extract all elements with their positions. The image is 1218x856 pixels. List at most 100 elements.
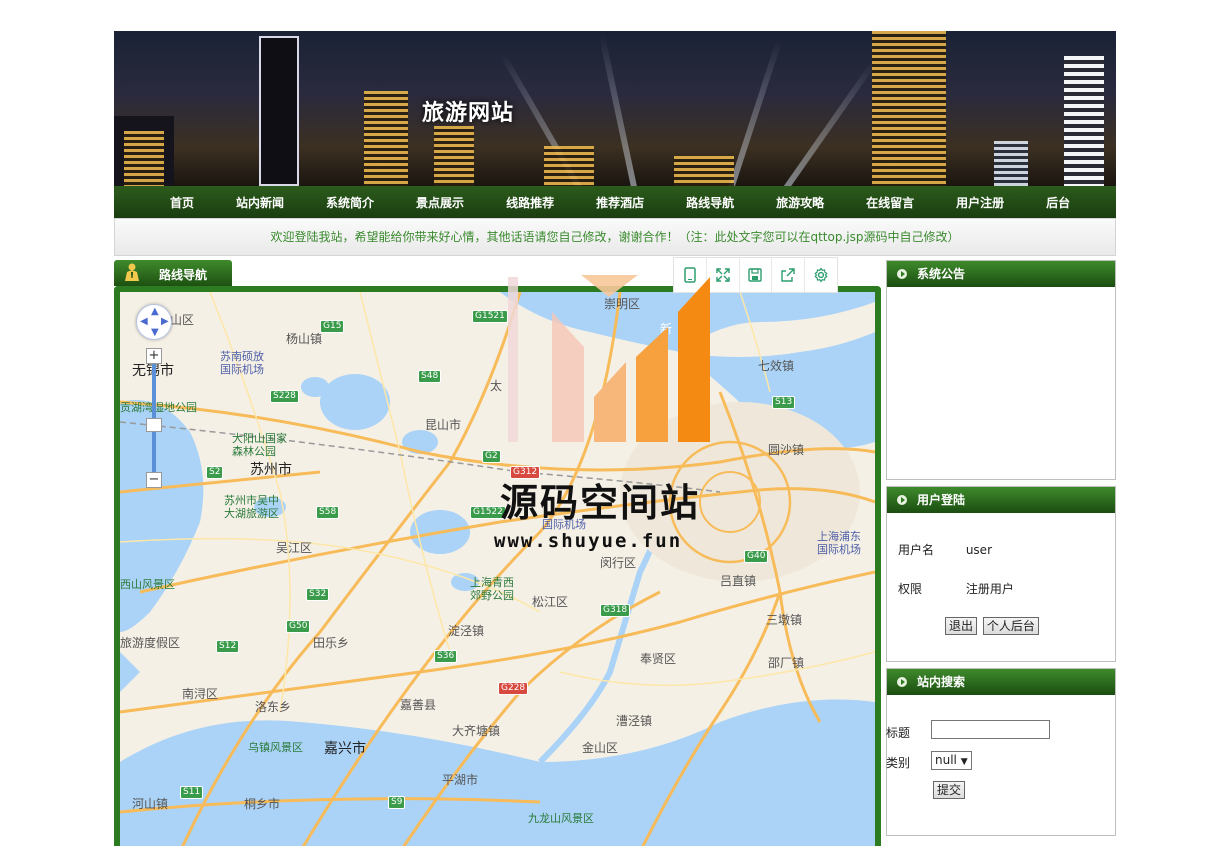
map-zoom-control[interactable]: + − <box>146 348 162 488</box>
search-category-label: 类别 <box>886 756 911 770</box>
road-shield: G318 <box>600 604 631 617</box>
light-beam <box>774 60 877 186</box>
share-icon[interactable] <box>772 258 806 292</box>
map-label-minhang: 闵行区 <box>600 556 637 570</box>
map-label-qixiao: 七效镇 <box>758 359 795 373</box>
zoom-in-button[interactable]: + <box>146 348 162 364</box>
main-content: 路线导航 杨山镇 苏州市 昆山市 太 吴江区 松江区 嘉善县 嘉兴市 金山区 奉… <box>114 256 1116 856</box>
road-shield: S36 <box>434 650 458 663</box>
map-label-dujia: 旅游度假区 <box>120 636 181 650</box>
nav-home[interactable]: 首页 <box>170 194 194 211</box>
pan-down-icon[interactable]: ▼ <box>151 327 159 338</box>
search-title-input[interactable] <box>931 720 1050 739</box>
pan-left-icon[interactable]: ◀ <box>140 316 148 327</box>
welcome-bar: 欢迎登陆我站，希望能给你带来好心情，其他话语请您自己修改，谢谢合作！（注：此处文… <box>114 218 1116 256</box>
skyline-building <box>364 91 408 186</box>
phone-icon[interactable] <box>674 258 707 292</box>
map-pan-control[interactable]: ▲ ▼ ◀ ▶ <box>136 304 172 340</box>
map-label-wujiang: 吴江区 <box>276 541 313 555</box>
dashboard-button[interactable]: 个人后台 <box>982 617 1039 635</box>
road-shield: G1522 <box>470 506 506 519</box>
road-shield: G40 <box>744 550 769 563</box>
map-label-kunshan: 昆山市 <box>425 418 462 432</box>
username-row: 用户名 user <box>898 541 992 558</box>
map-label-sunan-airport: 苏南硕放 国际机场 <box>220 350 264 376</box>
map-label-shanqu: 山区 <box>170 313 195 327</box>
map-label-jiaxing: 嘉兴市 <box>324 741 366 757</box>
notice-panel-title: 系统公告 <box>917 267 966 281</box>
skyline-tower <box>259 36 299 186</box>
map-label-xin: 新 <box>660 322 673 336</box>
notice-panel: 系统公告 <box>886 260 1116 480</box>
road-shield: S11 <box>180 786 204 799</box>
map-label-lvzhi: 吕直镇 <box>720 574 757 588</box>
road-shield: G15 <box>320 320 345 333</box>
road-shield: G312 <box>510 466 541 479</box>
header-banner: 旅游网站 <box>114 31 1116 186</box>
road-shield: G2 <box>482 450 501 463</box>
road-shield: G50 <box>286 620 311 633</box>
road-shield: S2 <box>206 466 224 479</box>
nav-admin[interactable]: 后台 <box>1046 194 1070 211</box>
search-title-label: 标题 <box>886 726 911 740</box>
map-label-qingxi-park: 上海青西 郊野公园 <box>470 576 514 602</box>
nav-intro[interactable]: 系统简介 <box>326 194 374 211</box>
search-category-select[interactable]: null ▼ <box>931 751 972 770</box>
settings-icon[interactable] <box>805 258 837 292</box>
pan-up-icon[interactable]: ▲ <box>151 306 159 317</box>
nav-hotels[interactable]: 推荐酒店 <box>596 194 644 211</box>
map-label-daqitang: 大齐塘镇 <box>452 724 501 738</box>
nav-messages[interactable]: 在线留言 <box>866 194 914 211</box>
road-shield: S12 <box>216 640 240 653</box>
map-label-shaochang: 邵厂镇 <box>768 656 805 670</box>
road-shield: S228 <box>270 390 299 403</box>
role-row: 权限 注册用户 <box>898 580 1014 597</box>
nav-routes[interactable]: 线路推荐 <box>506 194 554 211</box>
road-shield: G228 <box>498 682 529 695</box>
map-label-heshan: 河山镇 <box>132 797 169 811</box>
zoom-out-button[interactable]: − <box>146 472 162 488</box>
map-label-tianle: 田乐乡 <box>313 636 350 650</box>
logout-button[interactable]: 退出 <box>945 617 978 635</box>
skyline-tower <box>872 31 946 186</box>
login-panel-title: 用户登陆 <box>917 493 966 507</box>
save-icon[interactable] <box>740 258 773 292</box>
fullscreen-icon[interactable] <box>707 258 740 292</box>
nav-register[interactable]: 用户注册 <box>956 194 1004 211</box>
map-label-yangshan: 杨山镇 <box>286 332 323 346</box>
road-shield: S32 <box>306 588 330 601</box>
nav-guides[interactable]: 旅游攻略 <box>776 194 824 211</box>
login-panel-body: 用户名 user 权限 注册用户 退出 个人后台 <box>887 513 1115 661</box>
skyline-building <box>124 131 164 186</box>
road-shield: S48 <box>418 370 442 383</box>
page-wrapper: 旅游网站 首页 站内新闻 系统简介 景点展示 线路推荐 推荐酒店 路线导航 旅游… <box>114 31 1116 856</box>
map-label-sandun: 三墩镇 <box>766 613 803 627</box>
zoom-slider-thumb[interactable] <box>146 418 162 432</box>
search-panel: 站内搜索 标题 类别 null ▼ 提交 <box>886 668 1116 836</box>
nav-news[interactable]: 站内新闻 <box>236 194 284 211</box>
nav-attractions[interactable]: 景点展示 <box>416 194 464 211</box>
person-icon <box>125 263 139 281</box>
map-label-suzhou: 苏州市 <box>250 462 292 478</box>
map-label-dayang-park: 大阳山国家 森林公园 <box>232 432 287 458</box>
map-label-songjiang: 松江区 <box>532 595 569 609</box>
site-title: 旅游网站 <box>422 100 515 126</box>
map-label-nanxun: 南浔区 <box>182 687 219 701</box>
nav-navigation[interactable]: 路线导航 <box>686 194 734 211</box>
route-panel-title: 路线导航 <box>159 268 208 282</box>
notice-panel-header: 系统公告 <box>887 261 1115 287</box>
map-view[interactable]: 无锡市 杨山镇 苏州市 昆山市 太 吴江区 松江区 嘉善县 嘉兴市 金山区 奉贤… <box>114 286 881 846</box>
map-label-chongming: 崇明区 <box>604 297 641 311</box>
skyline-building <box>994 141 1028 186</box>
arrow-bullet-icon <box>897 495 907 505</box>
route-panel: 路线导航 杨山镇 苏州市 昆山市 太 吴江区 松江区 嘉善县 嘉兴市 金山区 奉… <box>114 260 881 846</box>
road-shield: G1521 <box>472 310 508 323</box>
login-panel-header: 用户登陆 <box>887 487 1115 513</box>
map-label-pudong-airport: 上海浦东 国际机场 <box>817 530 861 556</box>
search-panel-body: 标题 类别 null ▼ 提交 <box>886 695 1115 835</box>
map-label-wuzhong-park: 苏州市吴中 大湖旅游区 <box>224 494 279 520</box>
search-submit-button[interactable]: 提交 <box>933 781 966 799</box>
road-shield: S13 <box>772 396 796 409</box>
skyline-building <box>674 156 734 186</box>
pan-right-icon[interactable]: ▶ <box>161 316 169 327</box>
